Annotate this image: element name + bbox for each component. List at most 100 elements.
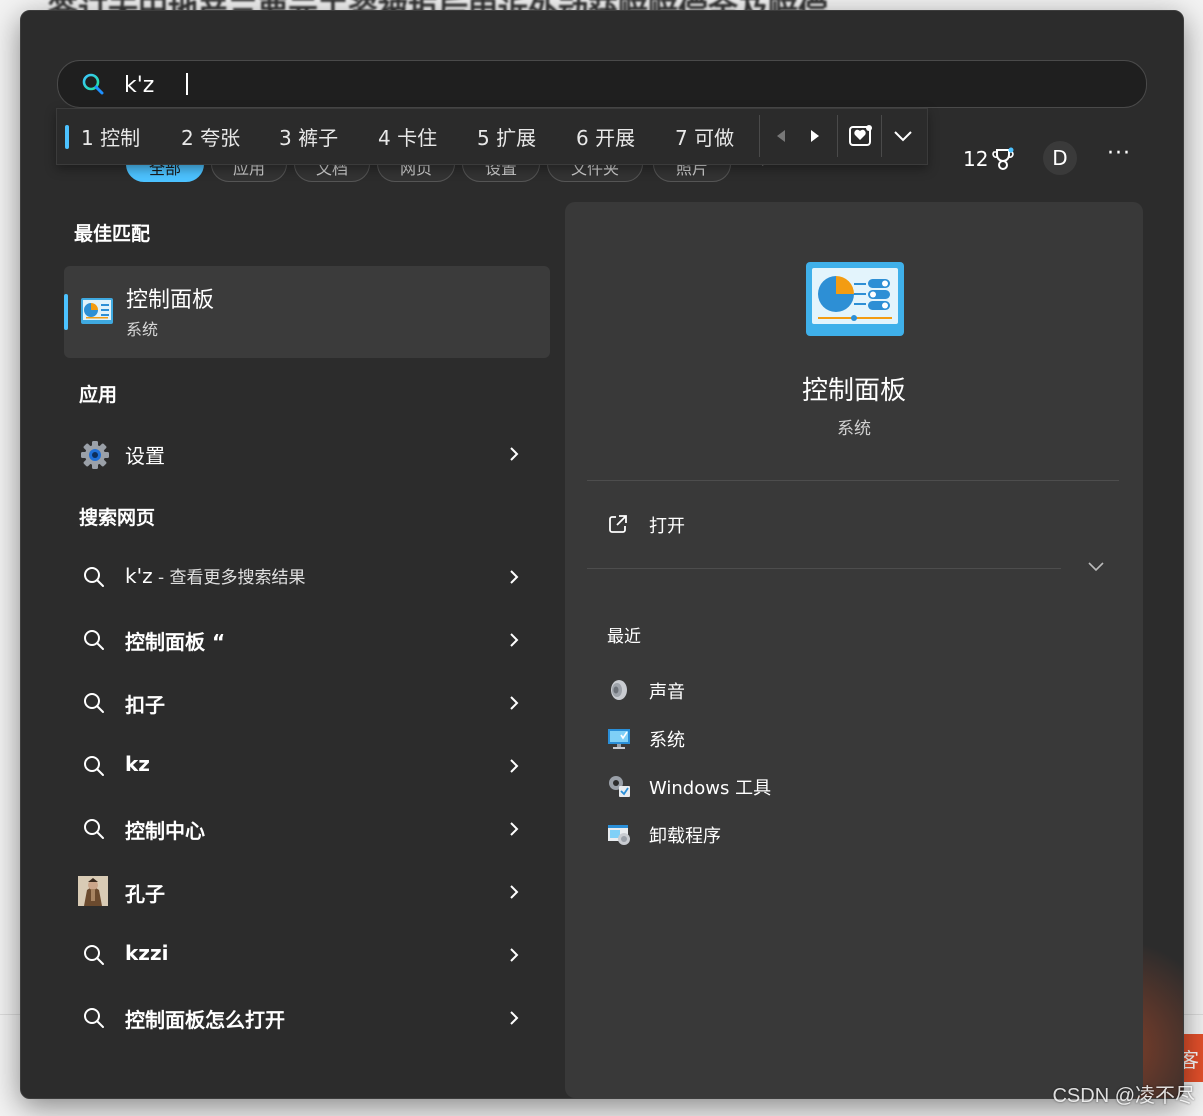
text-caret — [186, 73, 188, 95]
start-search-panel: ‹ 全部 应用 文档 网页 设置 文件夹 照片 › 1 控制 2 夸张 3 裤子… — [20, 10, 1184, 1099]
web-result-label: 扣子 — [125, 689, 165, 718]
gear-icon — [81, 441, 109, 469]
chevron-right-icon — [510, 570, 519, 584]
chevron-right-icon — [510, 633, 519, 647]
portrait-thumbnail-icon — [78, 876, 108, 906]
rewards-points-count: 12 — [963, 147, 989, 171]
preview-title: 控制面板 — [801, 376, 906, 406]
web-result-query: 控制面板 “ — [125, 630, 226, 654]
web-result-query: 孔子 — [125, 882, 165, 906]
best-match-heading: 最佳匹配 — [74, 223, 151, 245]
web-result-query: k'z — [125, 564, 153, 588]
search-icon — [84, 819, 104, 839]
web-result-suffix: - 查看更多搜索结果 — [152, 568, 306, 588]
chevron-down-icon[interactable] — [1087, 560, 1105, 574]
control-panel-icon — [81, 298, 113, 324]
recent-item[interactable]: Windows 工具 — [607, 770, 1007, 802]
avatar[interactable]: D — [1043, 141, 1077, 175]
best-match-title: 控制面板 — [126, 288, 215, 313]
ime-candidate[interactable]: 6 开展 — [576, 122, 635, 151]
trophy-icon — [992, 147, 1015, 170]
search-web-heading: 搜索网页 — [79, 507, 156, 529]
web-result-item[interactable]: 控制面板怎么打开 — [64, 990, 550, 1046]
chevron-right-icon — [510, 1011, 519, 1025]
web-result-query: 扣子 — [125, 693, 165, 717]
ime-candidate[interactable]: 1 控制 — [81, 122, 140, 151]
chevron-right-icon — [510, 696, 519, 710]
recent-item-label: 卸载程序 — [649, 826, 721, 847]
chevron-right-icon — [510, 759, 519, 773]
preview-subtitle: 系统 — [837, 419, 871, 439]
web-result-label: k'z - 查看更多搜索结果 — [125, 563, 306, 588]
web-result-label: 控制面板 “ — [125, 626, 225, 655]
open-action-label: 打开 — [649, 516, 685, 537]
search-icon — [84, 945, 104, 965]
ime-separator — [837, 115, 838, 157]
recent-item-label: 声音 — [649, 682, 685, 703]
recent-item[interactable]: 声音 — [607, 674, 1007, 706]
ime-candidate[interactable]: 7 可做 — [675, 122, 734, 151]
web-result-label: kz — [125, 752, 150, 776]
ime-candidate-bar: 1 控制 2 夸张 3 裤子 4 卡住 5 扩展 6 开展 7 可做 — [56, 108, 928, 165]
best-match-item[interactable]: 控制面板 系统 — [64, 266, 550, 358]
recent-item[interactable]: 卸载程序 — [607, 818, 1007, 850]
web-result-item[interactable]: 孔子 — [64, 864, 550, 920]
search-box[interactable] — [57, 60, 1147, 108]
web-result-query: 控制面板怎么打开 — [125, 1008, 285, 1032]
web-result-query: 控制中心 — [125, 819, 205, 843]
chevron-right-icon — [510, 447, 519, 461]
apps-heading: 应用 — [79, 384, 118, 406]
monitor-icon — [608, 729, 630, 749]
recent-item-label: 系统 — [649, 730, 685, 751]
uninstall-icon — [608, 825, 630, 845]
recent-heading: 最近 — [607, 627, 641, 647]
app-item-settings[interactable]: 设置 — [64, 426, 550, 482]
ime-candidate[interactable]: 3 裤子 — [279, 122, 338, 151]
web-result-query: kzzi — [125, 941, 169, 965]
ime-favorite-icon[interactable] — [847, 123, 875, 149]
search-input[interactable] — [122, 69, 1026, 101]
recent-item[interactable]: 系统 — [607, 722, 1007, 754]
preview-pane: 控制面板 系统 打开 最近 声音 系统 Windows 工具 卸载程序 — [565, 202, 1143, 1098]
web-result-item[interactable]: kzzi — [64, 927, 550, 983]
divider — [587, 568, 1061, 569]
open-action[interactable]: 打开 — [607, 510, 907, 540]
control-panel-large-icon — [806, 262, 904, 336]
web-result-item[interactable]: 控制面板 “ — [64, 612, 550, 668]
ime-candidate[interactable]: 2 夸张 — [181, 122, 240, 151]
ime-candidate[interactable]: 4 卡住 — [378, 122, 437, 151]
recent-item-label: Windows 工具 — [649, 778, 772, 799]
more-options-icon[interactable]: ··· — [1107, 141, 1131, 166]
search-icon — [84, 693, 104, 713]
ime-prev-page-icon[interactable] — [769, 123, 793, 149]
web-result-item[interactable]: kz — [64, 738, 550, 794]
web-result-item[interactable]: 扣子 — [64, 675, 550, 731]
divider — [587, 480, 1119, 481]
ime-next-page-icon[interactable] — [803, 123, 827, 149]
watermark: CSDN @凌不尽 — [1052, 1085, 1195, 1107]
search-icon — [84, 756, 104, 776]
speaker-icon — [611, 680, 627, 700]
search-icon — [84, 567, 104, 587]
app-item-label: 设置 — [125, 444, 165, 468]
tools-icon — [609, 776, 630, 797]
chevron-right-icon — [510, 948, 519, 962]
best-match-subtitle: 系统 — [126, 320, 159, 339]
rewards-points[interactable]: 12 — [963, 147, 1015, 171]
chevron-right-icon — [510, 885, 519, 899]
web-result-label: kzzi — [125, 941, 168, 965]
ime-separator — [881, 115, 882, 157]
web-result-item[interactable]: k'z - 查看更多搜索结果 — [64, 549, 550, 605]
search-icon — [82, 73, 104, 95]
web-result-label: 孔子 — [125, 878, 165, 907]
ime-candidate[interactable]: 5 扩展 — [477, 122, 536, 151]
selection-indicator — [64, 294, 68, 330]
web-result-query: kz — [125, 752, 150, 776]
web-result-item[interactable]: 控制中心 — [64, 801, 550, 857]
web-result-label: 控制中心 — [125, 815, 205, 844]
search-icon — [84, 630, 104, 650]
ime-expand-chevron-icon[interactable] — [891, 123, 915, 149]
chevron-right-icon — [510, 822, 519, 836]
open-external-icon — [609, 515, 627, 533]
web-result-label: 控制面板怎么打开 — [125, 1004, 285, 1033]
